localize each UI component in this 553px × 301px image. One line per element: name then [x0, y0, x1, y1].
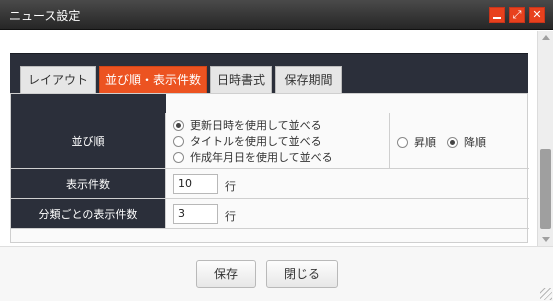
close-icon: ✕ [532, 8, 542, 21]
display-count-label: 表示件数 [11, 169, 166, 198]
dialog-footer: 保存 閉じる [0, 246, 553, 301]
minimize-icon [493, 17, 501, 19]
dialog-content: レイアウト 並び順・表示件数 日時書式 保存期間 並び順 更新日時を使用して並べ… [0, 31, 553, 301]
resize-grip-icon[interactable] [540, 288, 552, 300]
sort-order-row: 並び順 更新日時を使用して並べる タイトルを使用して並べる 作成年月日を使用して… [11, 113, 529, 169]
sort-divider [389, 113, 390, 169]
per-category-count-label-text: 分類ごとの表示件数 [38, 207, 138, 221]
sort-by-title-option[interactable]: タイトルを使用して並べる [173, 133, 322, 149]
display-count-input[interactable]: 10 [173, 174, 218, 194]
sort-by-updated-option[interactable]: 更新日時を使用して並べる [173, 117, 322, 133]
maximize-icon: ⤢ [512, 8, 522, 21]
scroll-thumb[interactable] [540, 149, 551, 229]
table-header-spacer [11, 94, 166, 113]
per-category-count-row: 分類ごとの表示件数 3 行 [11, 199, 529, 229]
descending-option[interactable]: 降順 [447, 134, 486, 150]
tab-layout[interactable]: レイアウト [20, 66, 96, 94]
per-category-count-unit: 行 [225, 210, 236, 223]
sort-by-created-label: 作成年月日を使用して並べる [190, 151, 333, 164]
tab-strip: レイアウト 並び順・表示件数 日時書式 保存期間 [10, 53, 528, 94]
display-count-unit: 行 [225, 180, 236, 193]
radio-icon[interactable] [173, 136, 184, 147]
maximize-button[interactable]: ⤢ [509, 7, 525, 23]
sort-by-title-label: タイトルを使用して並べる [190, 135, 322, 148]
window-title: ニュース設定 [9, 9, 81, 23]
sort-order-label-text: 並び順 [71, 134, 105, 148]
close-window-button[interactable]: ✕ [529, 7, 545, 23]
ascending-label: 昇順 [414, 136, 436, 149]
descending-label: 降順 [464, 136, 486, 149]
sort-by-created-option[interactable]: 作成年月日を使用して並べる [173, 149, 333, 165]
display-count-row: 表示件数 10 行 [11, 169, 529, 199]
tab-date-format[interactable]: 日時書式 [210, 66, 272, 94]
ascending-option[interactable]: 昇順 [397, 134, 436, 150]
vertical-scrollbar[interactable] [537, 31, 553, 246]
settings-table: 並び順 更新日時を使用して並べる タイトルを使用して並べる 作成年月日を使用して… [10, 93, 529, 243]
scroll-up-icon[interactable] [542, 35, 550, 40]
tab-sort-display-count[interactable]: 並び順・表示件数 [99, 66, 207, 94]
radio-selected-icon[interactable] [173, 120, 184, 131]
scroll-area[interactable]: レイアウト 並び順・表示件数 日時書式 保存期間 並び順 更新日時を使用して並べ… [0, 31, 537, 246]
close-button[interactable]: 閉じる [266, 260, 338, 288]
radio-icon[interactable] [173, 152, 184, 163]
scroll-down-icon[interactable] [542, 237, 550, 242]
minimize-button[interactable] [489, 7, 505, 23]
display-count-label-text: 表示件数 [66, 177, 110, 191]
radio-icon[interactable] [397, 137, 408, 148]
radio-selected-icon[interactable] [447, 137, 458, 148]
save-button[interactable]: 保存 [196, 260, 256, 288]
tab-retention-period[interactable]: 保存期間 [275, 66, 342, 94]
window-titlebar[interactable]: ニュース設定 ⤢ ✕ [0, 0, 553, 30]
per-category-count-label: 分類ごとの表示件数 [11, 199, 166, 228]
sort-order-label: 並び順 [11, 113, 166, 168]
sort-by-updated-label: 更新日時を使用して並べる [190, 119, 322, 132]
per-category-count-input[interactable]: 3 [173, 204, 218, 224]
